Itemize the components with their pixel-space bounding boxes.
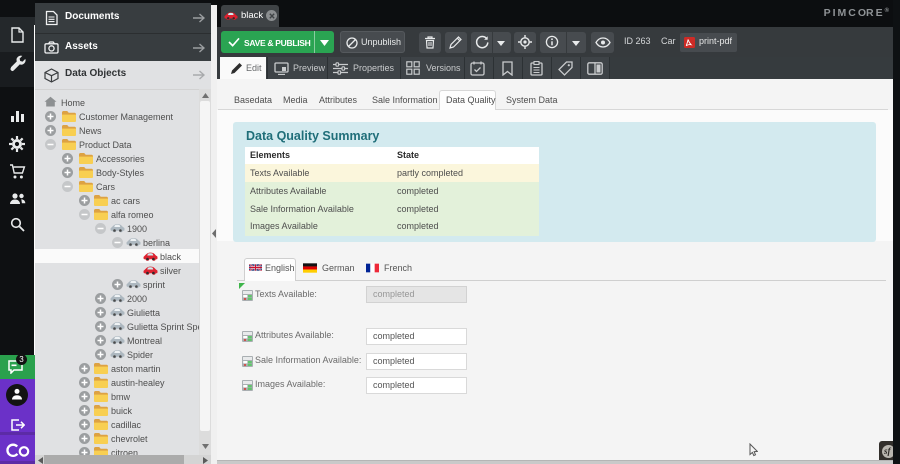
- svg-text:citroen: citroen: [111, 448, 138, 455]
- svg-text:Accessories: Accessories: [96, 154, 145, 164]
- svg-text:silver: silver: [160, 266, 181, 276]
- svg-text:Montreal: Montreal: [127, 336, 162, 346]
- svg-text:News: News: [79, 126, 102, 136]
- svg-text:black: black: [160, 252, 182, 262]
- svg-text:ac cars: ac cars: [111, 196, 141, 206]
- svg-text:1900: 1900: [127, 224, 147, 234]
- svg-text:austin-healey: austin-healey: [111, 378, 165, 388]
- svg-text:Cars: Cars: [96, 182, 116, 192]
- svg-text:chevrolet: chevrolet: [111, 434, 148, 444]
- svg-text:Spider: Spider: [127, 350, 153, 360]
- svg-text:cadillac: cadillac: [111, 420, 142, 430]
- svg-text:Customer Management: Customer Management: [79, 112, 174, 122]
- svg-text:sprint: sprint: [143, 280, 166, 290]
- svg-text:bmw: bmw: [111, 392, 131, 402]
- svg-text:Giulietta: Giulietta: [127, 308, 160, 318]
- svg-text:alfa romeo: alfa romeo: [111, 210, 154, 220]
- svg-text:aston martin: aston martin: [111, 364, 161, 374]
- svg-text:Gulietta Sprint Specia: Gulietta Sprint Specia: [127, 322, 199, 332]
- svg-text:buick: buick: [111, 406, 133, 416]
- svg-text:Home: Home: [61, 98, 85, 108]
- svg-text:Body-Styles: Body-Styles: [96, 168, 145, 178]
- svg-text:Product Data: Product Data: [79, 140, 132, 150]
- svg-text:berlina: berlina: [143, 238, 170, 248]
- svg-text:2000: 2000: [127, 294, 147, 304]
